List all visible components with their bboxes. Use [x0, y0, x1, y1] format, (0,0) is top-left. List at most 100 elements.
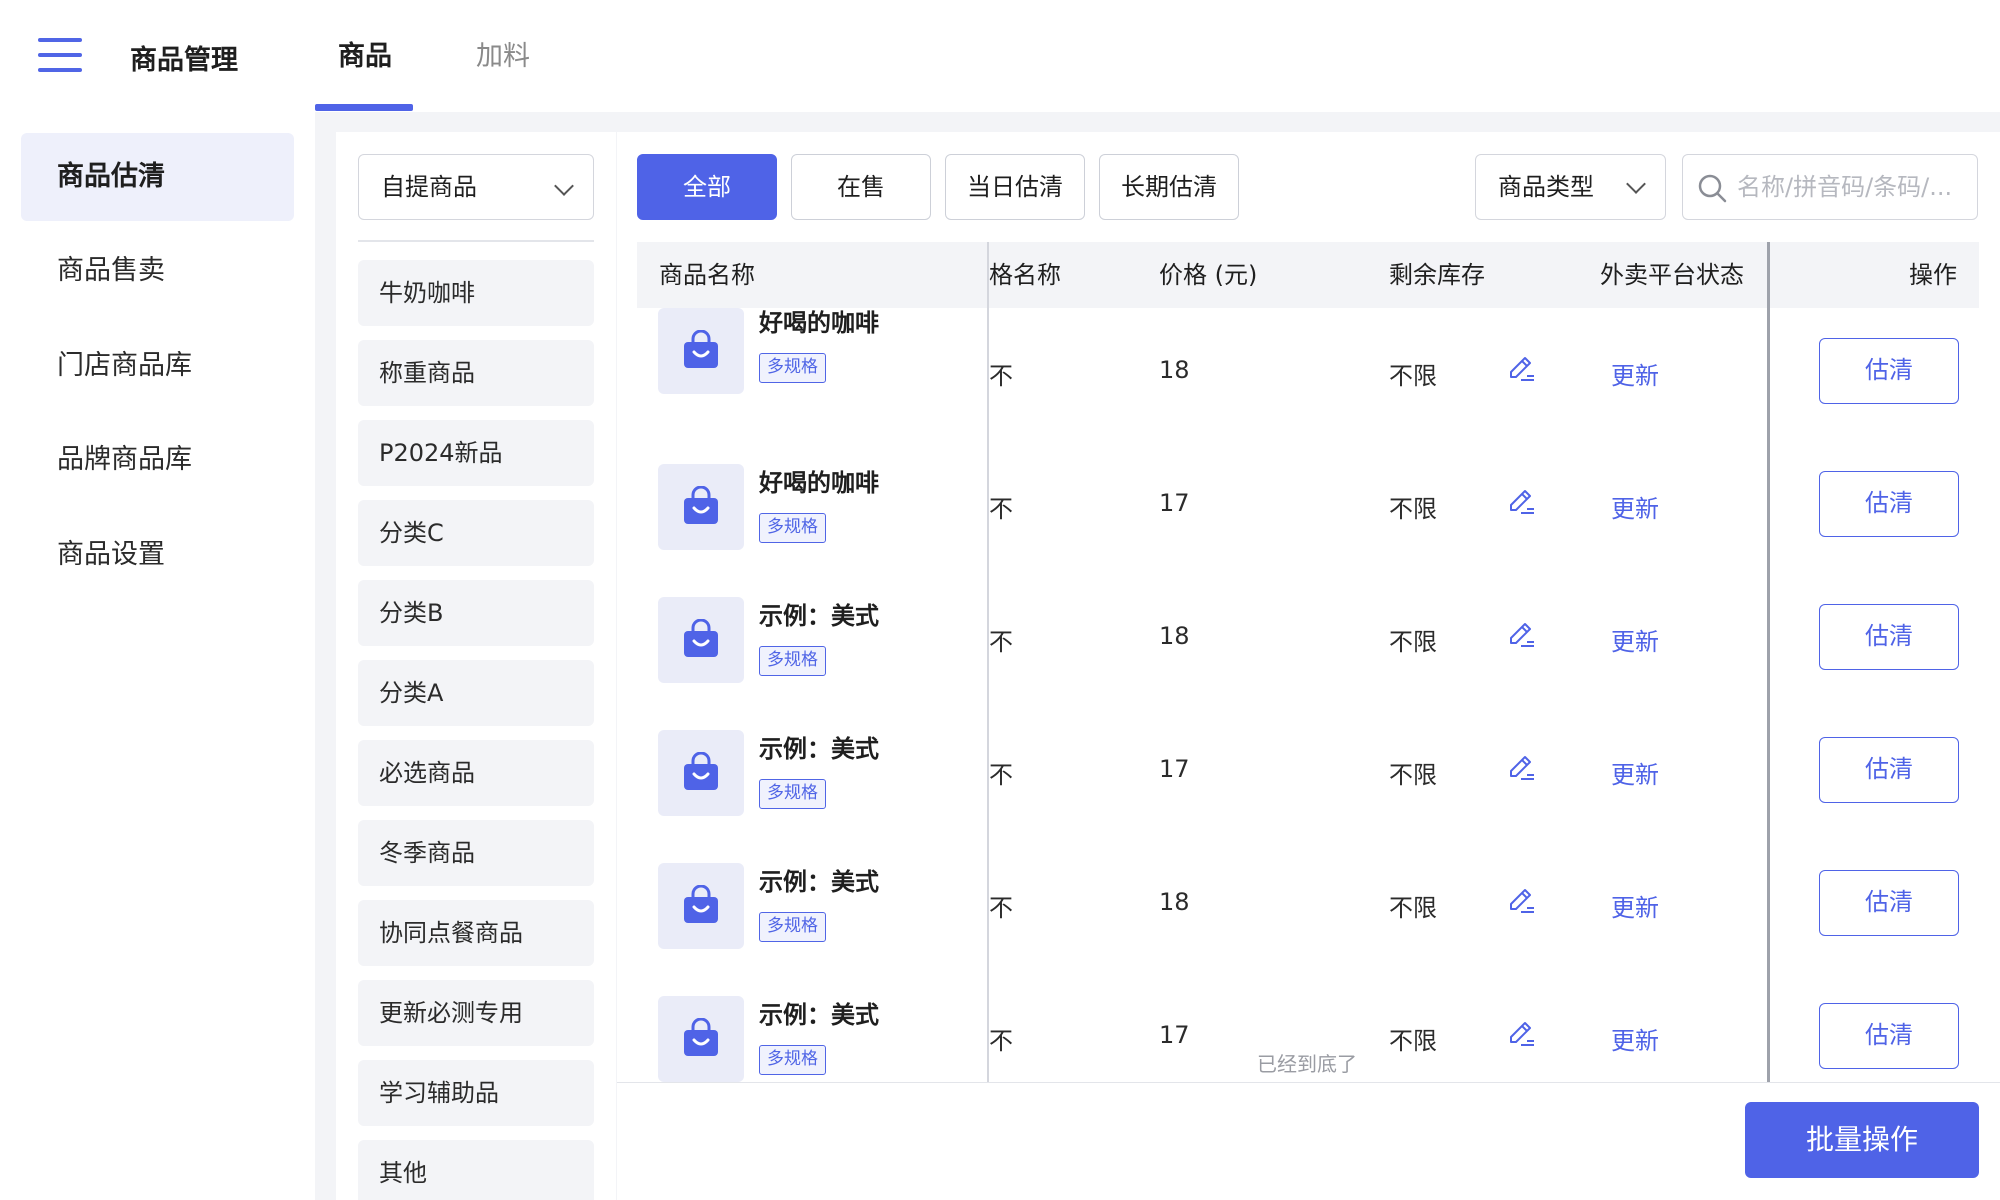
price-cell: 17 [1159, 1021, 1190, 1049]
sidebar-item-sold-out[interactable]: 商品估清 [21, 133, 294, 221]
edit-icon[interactable] [1505, 885, 1537, 921]
category-item[interactable]: 其他 [358, 1140, 594, 1200]
spec-cell: 不 [989, 1027, 1013, 1055]
batch-operation-button[interactable]: 批量操作 [1745, 1102, 1979, 1178]
table-row: 示例：美式多规格 不 17 不限 更新 估清 [637, 707, 1979, 840]
price-cell: 18 [1159, 888, 1190, 916]
update-link[interactable]: 更新 [1611, 888, 1659, 923]
product-table: 商品名称 格名称 价格 (元) 剩余库存 外卖平台状态 操作 好喝的咖啡 多规格不… [637, 242, 1979, 1082]
category-item[interactable]: 分类B [358, 580, 594, 646]
product-name: 示例：美式 [759, 1001, 879, 1029]
update-link[interactable]: 更新 [1611, 622, 1659, 657]
update-link[interactable]: 更新 [1611, 489, 1659, 524]
product-name: 好喝的咖啡 [759, 469, 879, 497]
multi-spec-badge: 多规格 [759, 353, 826, 383]
spec-cell: 不 [989, 362, 1013, 390]
update-link[interactable]: 更新 [1611, 1021, 1659, 1056]
search-input[interactable] [1737, 167, 1969, 207]
fixed-column-divider [1767, 242, 1770, 1082]
search-box [1682, 154, 1978, 220]
sidebar-item-store-library[interactable]: 门店商品库 [21, 322, 294, 410]
column-header-name: 商品名称 [659, 261, 755, 289]
stock-cell: 不限 [1389, 761, 1437, 789]
category-item[interactable]: 更新必测专用 [358, 980, 594, 1046]
sold-out-button[interactable]: 估清 [1819, 471, 1959, 537]
column-header-stock: 剩余库存 [1389, 261, 1485, 289]
search-icon [1698, 174, 1727, 203]
filter-on-sale-button[interactable]: 在售 [791, 154, 931, 220]
top-header: 商品管理 商品 加料 [0, 0, 2000, 112]
chevron-down-icon [554, 176, 574, 196]
divider [617, 1082, 2000, 1083]
table-header: 商品名称 格名称 价格 (元) 剩余库存 外卖平台状态 操作 [637, 242, 1979, 308]
table-row: 示例：美式 多规格 不 18 不限 更新 估清 [637, 574, 1979, 707]
spec-cell: 不 [989, 628, 1013, 656]
stock-cell: 不限 [1389, 362, 1437, 390]
product-name: 示例：美式 [759, 735, 879, 763]
category-type-value: 自提商品 [381, 173, 477, 201]
menu-icon[interactable] [38, 38, 82, 72]
product-name: 示例：美式 [759, 602, 879, 630]
price-cell: 17 [1159, 755, 1190, 783]
filter-all-button[interactable]: 全部 [637, 154, 777, 220]
sold-out-button[interactable]: 估清 [1819, 870, 1959, 936]
product-image [658, 464, 744, 550]
app-title: 商品管理 [130, 45, 238, 76]
update-link[interactable]: 更新 [1611, 755, 1659, 790]
sold-out-button[interactable]: 估清 [1819, 737, 1959, 803]
edit-icon[interactable] [1505, 752, 1537, 788]
category-item[interactable]: 分类A [358, 660, 594, 726]
product-image [658, 308, 744, 394]
update-link[interactable]: 更新 [1611, 356, 1659, 391]
multi-spec-badge: 多规格 [759, 513, 826, 543]
price-cell: 18 [1159, 356, 1190, 384]
sidebar-item-brand-library[interactable]: 品牌商品库 [21, 416, 294, 504]
table-row: 好喝的咖啡 多规格 不 18 不限 更新 估清 [637, 308, 1979, 441]
stock-cell: 不限 [1389, 628, 1437, 656]
sidebar: 商品估清 商品售卖 门店商品库 品牌商品库 商品设置 [0, 112, 315, 1200]
edit-icon[interactable] [1505, 486, 1537, 522]
table-row: 好喝的咖啡多规格 不 17 不限 更新 估清 [637, 441, 1979, 574]
end-of-list-text: 已经到底了 [1257, 1052, 1357, 1076]
filter-today-sold-out-button[interactable]: 当日估清 [945, 154, 1085, 220]
category-item[interactable]: 分类C [358, 500, 594, 566]
sold-out-button[interactable]: 估清 [1819, 338, 1959, 404]
product-name: 示例：美式 [759, 868, 879, 896]
multi-spec-badge: 多规格 [759, 912, 826, 942]
spec-cell: 不 [989, 495, 1013, 523]
sidebar-item-settings[interactable]: 商品设置 [21, 511, 294, 599]
price-cell: 17 [1159, 489, 1190, 517]
fixed-column-divider [987, 242, 989, 1082]
category-item[interactable]: 协同点餐商品 [358, 900, 594, 966]
category-type-select[interactable]: 自提商品 [358, 154, 594, 220]
column-header-price: 价格 (元) [1159, 261, 1258, 289]
product-image [658, 730, 744, 816]
sold-out-button[interactable]: 估清 [1819, 1003, 1959, 1069]
spec-cell: 不 [989, 761, 1013, 789]
sold-out-button[interactable]: 估清 [1819, 604, 1959, 670]
tab-products[interactable]: 商品 [338, 34, 392, 73]
edit-icon[interactable] [1505, 1018, 1537, 1054]
edit-icon[interactable] [1505, 353, 1537, 389]
column-header-spec: 格名称 [989, 261, 1061, 289]
active-tab-indicator [315, 104, 413, 111]
tab-addons[interactable]: 加料 [476, 34, 530, 73]
divider [358, 240, 594, 242]
category-item[interactable]: 冬季商品 [358, 820, 594, 886]
multi-spec-badge: 多规格 [759, 1045, 826, 1075]
product-image [658, 996, 744, 1082]
column-header-actions: 操作 [1909, 261, 1957, 289]
stock-cell: 不限 [1389, 894, 1437, 922]
edit-icon[interactable] [1505, 619, 1537, 655]
filter-long-term-sold-out-button[interactable]: 长期估清 [1099, 154, 1239, 220]
stock-cell: 不限 [1389, 495, 1437, 523]
product-type-select[interactable]: 商品类型 [1475, 154, 1666, 220]
category-item[interactable]: 必选商品 [358, 740, 594, 806]
sidebar-item-sales[interactable]: 商品售卖 [21, 227, 294, 315]
stock-cell: 不限 [1389, 1027, 1437, 1055]
category-item[interactable]: 学习辅助品 [358, 1060, 594, 1126]
category-item[interactable]: 称重商品 [358, 340, 594, 406]
category-item[interactable]: 牛奶咖啡 [358, 260, 594, 326]
multi-spec-badge: 多规格 [759, 779, 826, 809]
category-item[interactable]: P2024新品 [358, 420, 594, 486]
